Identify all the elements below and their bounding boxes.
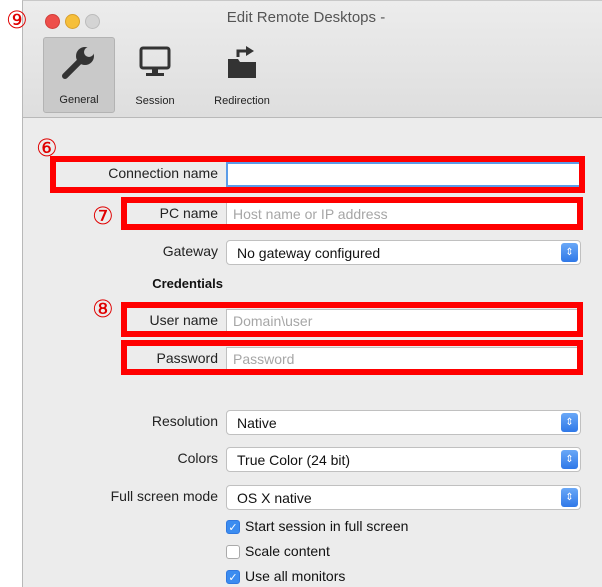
close-window-button[interactable] bbox=[45, 14, 60, 29]
tab-redirection-label: Redirection bbox=[214, 95, 270, 107]
chevron-updown-icon: ⇕ bbox=[561, 243, 578, 262]
full-screen-mode-selected-value: OS X native bbox=[237, 490, 312, 506]
checkbox-label: Use all monitors bbox=[245, 568, 346, 584]
annotation-box-connection-name bbox=[50, 156, 585, 193]
checkbox-label: Start session in full screen bbox=[245, 518, 409, 534]
resolution-label: Resolution bbox=[151, 413, 218, 429]
annotation-box-pc-name bbox=[121, 197, 583, 230]
credentials-heading: Credentials bbox=[152, 276, 223, 291]
checkmark-icon: ✓ bbox=[226, 520, 240, 535]
annotation-number-7: ⑦ bbox=[92, 202, 114, 230]
chevron-updown-icon: ⇕ bbox=[561, 450, 578, 469]
wrench-icon bbox=[59, 46, 99, 83]
colors-label: Colors bbox=[177, 450, 218, 466]
zoom-window-button[interactable] bbox=[85, 14, 100, 29]
minimize-window-button[interactable] bbox=[65, 14, 80, 29]
annotation-number-9: ⑨ bbox=[6, 6, 28, 34]
annotation-box-password bbox=[121, 340, 583, 375]
scale-content-checkbox[interactable]: Scale content bbox=[226, 543, 330, 560]
gateway-label: Gateway bbox=[162, 243, 218, 259]
gateway-select[interactable]: No gateway configured ⇕ bbox=[226, 240, 581, 265]
resolution-selected-value: Native bbox=[237, 415, 277, 431]
tab-general[interactable]: General bbox=[43, 37, 115, 113]
resolution-select[interactable]: Native ⇕ bbox=[226, 410, 581, 435]
checkbox-empty-icon bbox=[226, 545, 240, 560]
tab-general-label: General bbox=[59, 94, 99, 106]
annotation-box-user-name bbox=[121, 302, 583, 337]
full-screen-mode-label: Full screen mode bbox=[110, 488, 218, 504]
tab-session-label: Session bbox=[135, 95, 175, 107]
start-session-full-screen-checkbox[interactable]: ✓ Start session in full screen bbox=[226, 518, 409, 535]
chevron-updown-icon: ⇕ bbox=[561, 488, 578, 507]
chevron-updown-icon: ⇕ bbox=[561, 413, 578, 432]
window-title: Edit Remote Desktops - bbox=[226, 9, 386, 26]
full-screen-mode-select[interactable]: OS X native ⇕ bbox=[226, 485, 581, 510]
monitor-icon bbox=[137, 45, 173, 82]
tab-session[interactable]: Session bbox=[123, 37, 187, 113]
use-all-monitors-checkbox[interactable]: ✓ Use all monitors bbox=[226, 568, 346, 585]
toolbar: Edit Remote Desktops - General Session R… bbox=[23, 1, 602, 118]
checkmark-icon: ✓ bbox=[226, 570, 240, 585]
edit-remote-desktops-window: Edit Remote Desktops - General Session R… bbox=[22, 0, 602, 587]
annotation-number-8: ⑧ bbox=[92, 295, 114, 323]
checkbox-label: Scale content bbox=[245, 543, 330, 559]
tab-redirection[interactable]: Redirection bbox=[199, 37, 285, 113]
folder-redirect-icon bbox=[224, 45, 260, 84]
colors-selected-value: True Color (24 bit) bbox=[237, 452, 351, 468]
colors-select[interactable]: True Color (24 bit) ⇕ bbox=[226, 447, 581, 472]
gateway-selected-value: No gateway configured bbox=[237, 245, 381, 261]
